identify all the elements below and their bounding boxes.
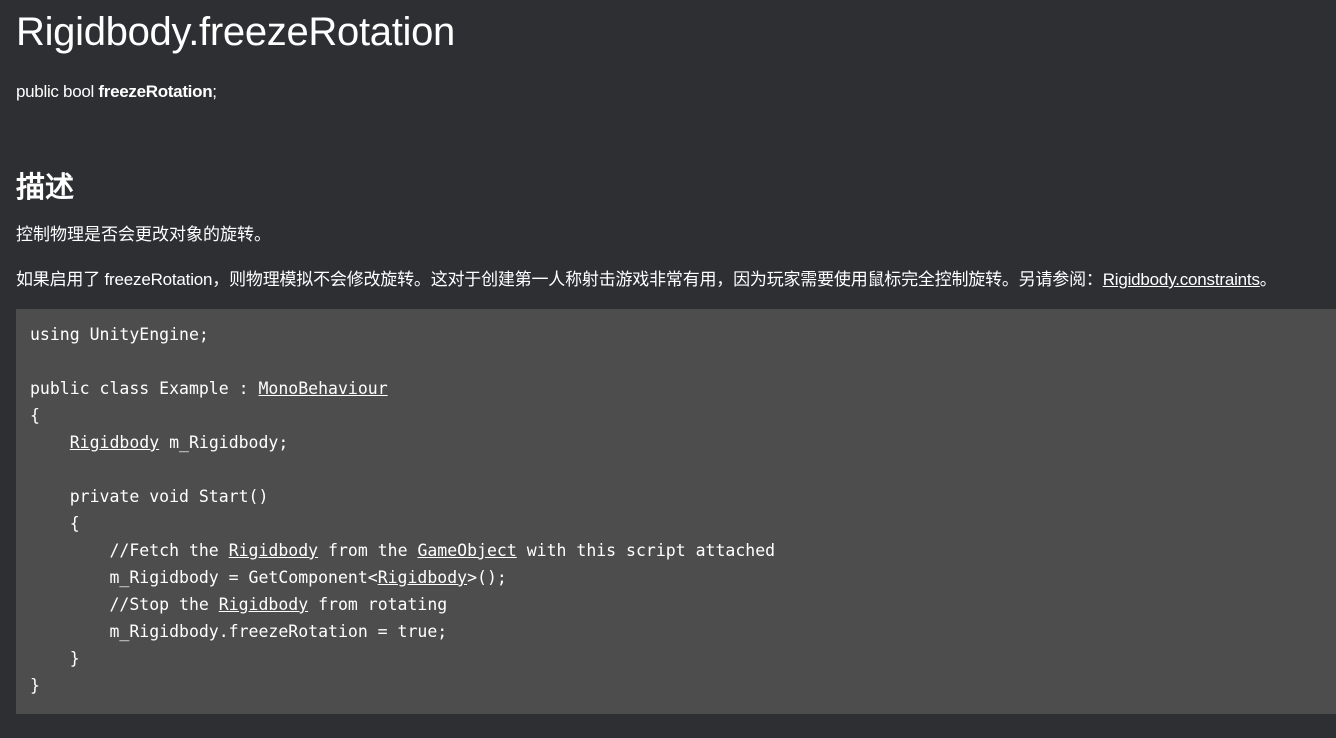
code-text: with this script attached	[516, 541, 776, 560]
code-line: using UnityEngine;	[30, 321, 1322, 348]
constraints-link[interactable]: Rigidbody.constraints	[1103, 270, 1260, 289]
signature-name: freezeRotation	[98, 82, 213, 101]
code-text: }	[30, 649, 80, 668]
code-line: }	[30, 645, 1322, 672]
code-text: }	[30, 676, 40, 695]
rigidbody-link[interactable]: Rigidbody	[70, 433, 159, 452]
rigidbody-link[interactable]: Rigidbody	[229, 541, 318, 560]
description-end: 。	[1259, 270, 1277, 289]
code-text: m_Rigidbody.freezeRotation = true;	[30, 622, 448, 641]
code-line: private void Start()	[30, 483, 1322, 510]
code-line: {	[30, 510, 1322, 537]
code-line: //Fetch the Rigidbody from the GameObjec…	[30, 537, 1322, 564]
page-title: Rigidbody.freezeRotation	[16, 10, 455, 54]
code-text: //Fetch the	[30, 541, 229, 560]
code-text: from the	[318, 541, 418, 560]
description-line-2: 如果启用了 freezeRotation，则物理模拟不会修改旋转。这对于创建第一…	[16, 265, 1277, 290]
code-text: m_Rigidbody = GetComponent<	[30, 568, 378, 587]
code-example: using UnityEngine; public class Example :…	[16, 309, 1336, 714]
code-line: Rigidbody m_Rigidbody;	[30, 429, 1322, 456]
rigidbody-link[interactable]: Rigidbody	[378, 568, 467, 587]
rigidbody-link[interactable]: Rigidbody	[219, 595, 308, 614]
doc-page: Rigidbody.freezeRotation public bool fre…	[0, 0, 1336, 738]
section-heading-description: 描述	[16, 172, 75, 204]
code-text: //Stop the	[30, 595, 219, 614]
code-line: public class Example : MonoBehaviour	[30, 375, 1322, 402]
code-line: m_Rigidbody = GetComponent<Rigidbody>();	[30, 564, 1322, 591]
code-line: {	[30, 402, 1322, 429]
code-text: m_Rigidbody;	[159, 433, 289, 452]
code-text: {	[30, 514, 80, 533]
code-line: //Stop the Rigidbody from rotating	[30, 591, 1322, 618]
monobehaviour-link[interactable]: MonoBehaviour	[258, 379, 387, 398]
code-text: >();	[467, 568, 507, 587]
code-text: from rotating	[308, 595, 448, 614]
code-line: m_Rigidbody.freezeRotation = true;	[30, 618, 1322, 645]
description-text: 如果启用了 freezeRotation，则物理模拟不会修改旋转。这对于创建第一…	[16, 270, 1103, 289]
gameobject-link[interactable]: GameObject	[417, 541, 516, 560]
description-line-1: 控制物理是否会更改对象的旋转。	[16, 225, 271, 244]
signature-suffix: ;	[212, 82, 217, 101]
code-line: }	[30, 672, 1322, 699]
code-text: public class Example :	[30, 379, 259, 398]
code-text: private void Start()	[30, 487, 269, 506]
signature-prefix: public bool	[16, 82, 99, 101]
member-signature: public bool freezeRotation;	[16, 82, 217, 102]
code-text: using UnityEngine;	[30, 325, 209, 344]
code-text: {	[30, 406, 40, 425]
